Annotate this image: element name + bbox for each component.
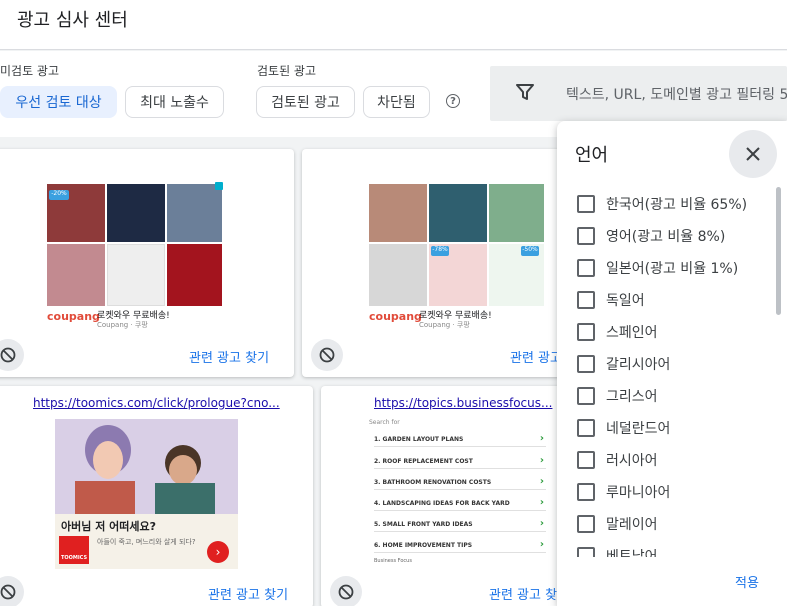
ad-card[interactable]: https://toomics.com/click/prologue?cno..… [0, 386, 313, 606]
adchoices-icon [215, 182, 223, 190]
search-for-label: Search for [369, 419, 400, 426]
ad-creative[interactable]: 아버님 저 어떠세요? TOOMICS 아들이 죽고, 며느리와 살게 되다? … [55, 419, 238, 569]
discount-badge: -50% [521, 246, 539, 256]
checkbox[interactable] [577, 547, 595, 557]
product-image [167, 184, 222, 242]
checkbox[interactable] [577, 419, 595, 437]
language-option[interactable]: 베트남어 [577, 544, 658, 557]
language-filter-panel: 언어 한국어(광고 비율 65%) 영어(광고 비율 8%) 일본어(광고 비율… [557, 121, 787, 606]
language-option[interactable]: 한국어(광고 비율 65%) [577, 192, 747, 216]
language-option[interactable]: 러시아어 [577, 448, 658, 472]
language-option[interactable]: 말레이어 [577, 512, 658, 536]
close-icon [746, 147, 760, 161]
reviewed-group-label: 검토된 광고 [257, 64, 317, 78]
block-icon [0, 584, 16, 600]
ad-url-link[interactable]: https://topics.businessfocus... [374, 396, 552, 410]
product-image [429, 184, 487, 242]
panel-title: 언어 [575, 145, 609, 166]
block-button[interactable] [0, 339, 24, 371]
priority-review-chip[interactable]: 우선 검토 대상 [0, 86, 117, 118]
ad-advertiser: Coupang · 쿠팡 [97, 321, 148, 329]
language-option[interactable]: 스페인어 [577, 320, 658, 344]
language-option[interactable]: 루마니아어 [577, 480, 670, 504]
top-bar: 광고 심사 센터 [0, 0, 787, 50]
list-item[interactable]: 1. GARDEN LAYOUT PLANS › [374, 431, 546, 447]
block-button[interactable] [330, 576, 362, 606]
product-image [47, 244, 105, 306]
language-option[interactable]: 그리스어 [577, 384, 658, 408]
list-item[interactable]: 3. BATHROOM RENOVATION COSTS › [374, 474, 546, 490]
product-image [107, 184, 165, 242]
find-related-ads-link[interactable]: 관련 광고 [510, 347, 562, 366]
ad-filter-search[interactable]: 텍스트, URL, 도메인별 광고 필터링 5 [490, 66, 787, 121]
language-list[interactable]: 한국어(광고 비율 65%) 영어(광고 비율 8%) 일본어(광고 비율 1%… [557, 187, 787, 557]
find-related-ads-link[interactable]: 관련 광고 찾기 [208, 584, 288, 603]
product-image [369, 244, 427, 306]
blocked-chip[interactable]: 차단됨 [363, 86, 430, 118]
product-image [489, 184, 544, 242]
discount-badge: -78% [431, 246, 449, 256]
language-option[interactable]: 네덜란드어 [577, 416, 670, 440]
checkbox[interactable] [577, 259, 595, 277]
language-option[interactable]: 영어(광고 비율 8%) [577, 224, 725, 248]
find-related-ads-link[interactable]: 관련 광고 찾기 [189, 347, 269, 366]
max-impressions-chip[interactable]: 최대 노출수 [125, 86, 224, 118]
help-icon[interactable]: ? [446, 94, 460, 108]
ad-creative[interactable]: -78% -50% coupang 로켓와우 무료배송! Coupang · 쿠… [369, 182, 554, 330]
ad-illustration [55, 419, 238, 514]
block-button[interactable] [311, 339, 343, 371]
list-item[interactable]: 2. ROOF REPLACEMENT COST › [374, 453, 546, 469]
product-image [167, 244, 222, 306]
ad-description: 아들이 죽고, 며느리와 살게 되다? [97, 538, 196, 546]
checkbox[interactable] [577, 451, 595, 469]
scrollbar[interactable] [776, 187, 781, 315]
ad-advertiser: Coupang · 쿠팡 [419, 321, 470, 329]
list-item[interactable]: 5. SMALL FRONT YARD IDEAS › [374, 516, 546, 532]
checkbox[interactable] [577, 291, 595, 309]
language-option[interactable]: 갈리시아어 [577, 352, 670, 376]
close-button[interactable] [729, 130, 777, 178]
block-icon [0, 347, 16, 363]
brand-logo: coupang [47, 310, 100, 323]
unreviewed-group-label: 미검토 광고 [0, 64, 60, 78]
checkbox[interactable] [577, 387, 595, 405]
block-icon [338, 584, 354, 600]
block-button[interactable] [0, 576, 24, 606]
checkbox[interactable] [577, 355, 595, 373]
checkbox[interactable] [577, 515, 595, 533]
list-item[interactable]: 6. HOME IMPROVEMENT TIPS › [374, 537, 546, 553]
language-option[interactable]: 독일어 [577, 288, 645, 312]
product-image [369, 184, 427, 242]
ad-card[interactable]: -20% coupang 로켓와우 무료배송! Coupang · 쿠팡 관련 … [0, 149, 294, 377]
reviewed-ads-chip[interactable]: 검토된 광고 [256, 86, 355, 118]
checkbox[interactable] [577, 227, 595, 245]
ad-card[interactable]: -78% -50% coupang 로켓와우 무료배송! Coupang · 쿠… [302, 149, 592, 377]
ad-creative[interactable]: -20% coupang 로켓와우 무료배송! Coupang · 쿠팡 [47, 182, 225, 330]
ad-footer: Business Focus [374, 558, 412, 564]
ad-headline: 아버님 저 어떠세요? [61, 520, 156, 533]
discount-badge: -20% [49, 190, 69, 200]
find-related-ads-link[interactable]: 관련 광고 찾 [489, 584, 557, 603]
language-option[interactable]: 일본어(광고 비율 1%) [577, 256, 738, 280]
ad-url-link[interactable]: https://toomics.com/click/prologue?cno..… [33, 396, 280, 410]
brand-logo: TOOMICS [59, 536, 89, 564]
filter-search-placeholder: 텍스트, URL, 도메인별 광고 필터링 5 [566, 87, 787, 103]
filter-icon [516, 84, 534, 100]
chevron-right-icon: › [207, 541, 229, 563]
checkbox[interactable] [577, 323, 595, 341]
apply-button[interactable]: 적용 [735, 572, 759, 591]
list-item[interactable]: 4. LANDSCAPING IDEAS FOR BACK YARD › [374, 495, 546, 511]
brand-logo: coupang [369, 310, 422, 323]
block-icon [319, 347, 335, 363]
product-image [107, 244, 165, 306]
checkbox[interactable] [577, 483, 595, 501]
checkbox[interactable] [577, 195, 595, 213]
page-title: 광고 심사 센터 [17, 10, 128, 31]
